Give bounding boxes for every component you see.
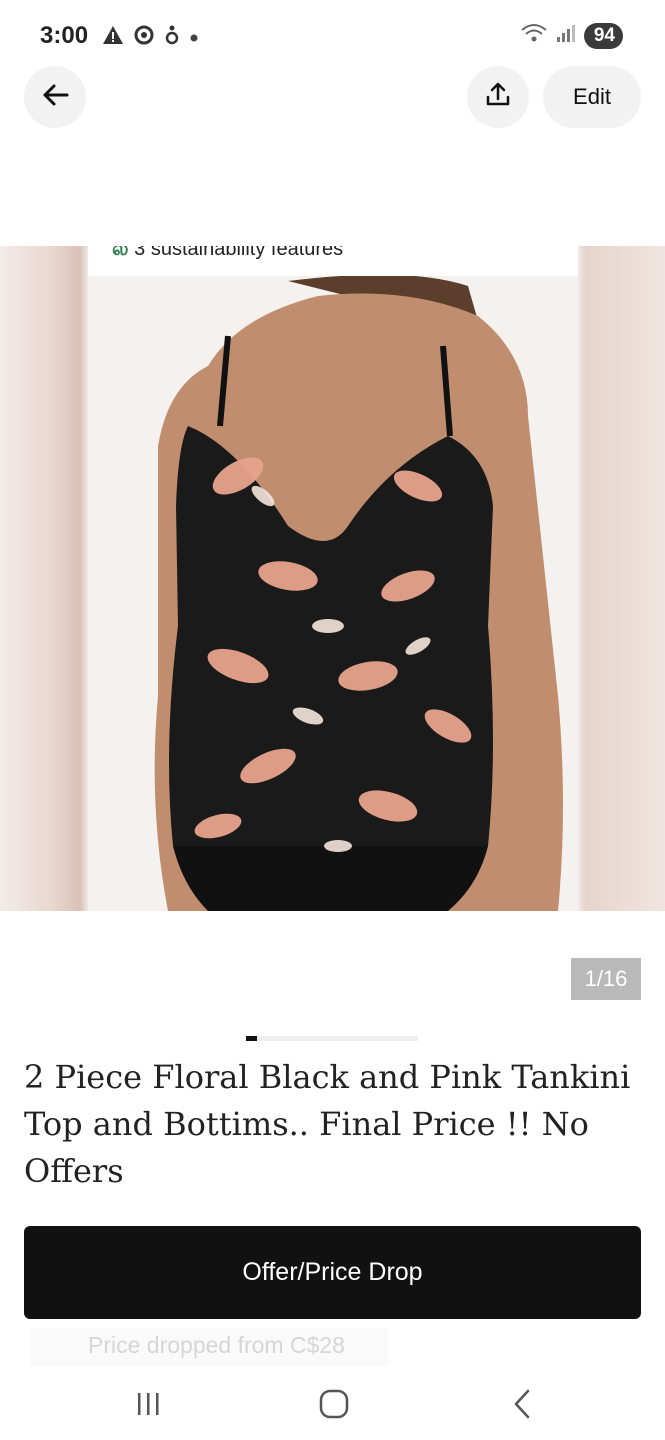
share-icon bbox=[485, 82, 511, 113]
share-button[interactable] bbox=[467, 66, 529, 128]
leaf-icon: ல bbox=[112, 246, 129, 260]
back-button[interactable] bbox=[24, 66, 86, 128]
edit-button[interactable]: Edit bbox=[543, 66, 641, 128]
price-drop-text: Price dropped from C$28 bbox=[88, 1332, 345, 1358]
product-image[interactable]: ல 3 sustainability features bbox=[0, 246, 665, 911]
status-time: 3:00 bbox=[40, 22, 89, 49]
wifi-icon bbox=[520, 22, 548, 49]
home-icon[interactable] bbox=[304, 1384, 364, 1424]
battery-indicator: 94 bbox=[583, 22, 623, 49]
signal-icon bbox=[556, 23, 576, 48]
status-bar: 3:00 94 bbox=[0, 0, 665, 70]
product-title: 2 Piece Floral Black and Pink Tankini To… bbox=[24, 1058, 631, 1190]
sustainability-banner[interactable]: ல 3 sustainability features bbox=[88, 246, 578, 276]
price-drop-row: Price dropped from C$28 bbox=[30, 1328, 388, 1366]
gallery-progress-fill bbox=[246, 1036, 257, 1041]
status-left-icons bbox=[102, 24, 198, 51]
offer-price-drop-button[interactable]: Offer/Price Drop bbox=[24, 1226, 641, 1319]
recent-apps-icon[interactable] bbox=[118, 1384, 178, 1424]
accessibility-icon bbox=[164, 24, 180, 51]
sustainability-text: 3 sustainability features bbox=[134, 246, 344, 260]
status-right-icons: 94 bbox=[520, 22, 623, 49]
product-image-inner bbox=[88, 246, 578, 911]
swimsuit-illustration bbox=[154, 274, 563, 911]
system-nav-bar bbox=[0, 1370, 665, 1440]
chrome-icon bbox=[134, 25, 154, 50]
warning-icon bbox=[102, 25, 124, 50]
gallery-progress bbox=[246, 1036, 418, 1041]
back-icon[interactable] bbox=[492, 1384, 552, 1424]
dot-icon bbox=[190, 29, 198, 47]
arrow-left-icon bbox=[41, 83, 69, 112]
image-counter: 1/16 bbox=[571, 958, 641, 1000]
